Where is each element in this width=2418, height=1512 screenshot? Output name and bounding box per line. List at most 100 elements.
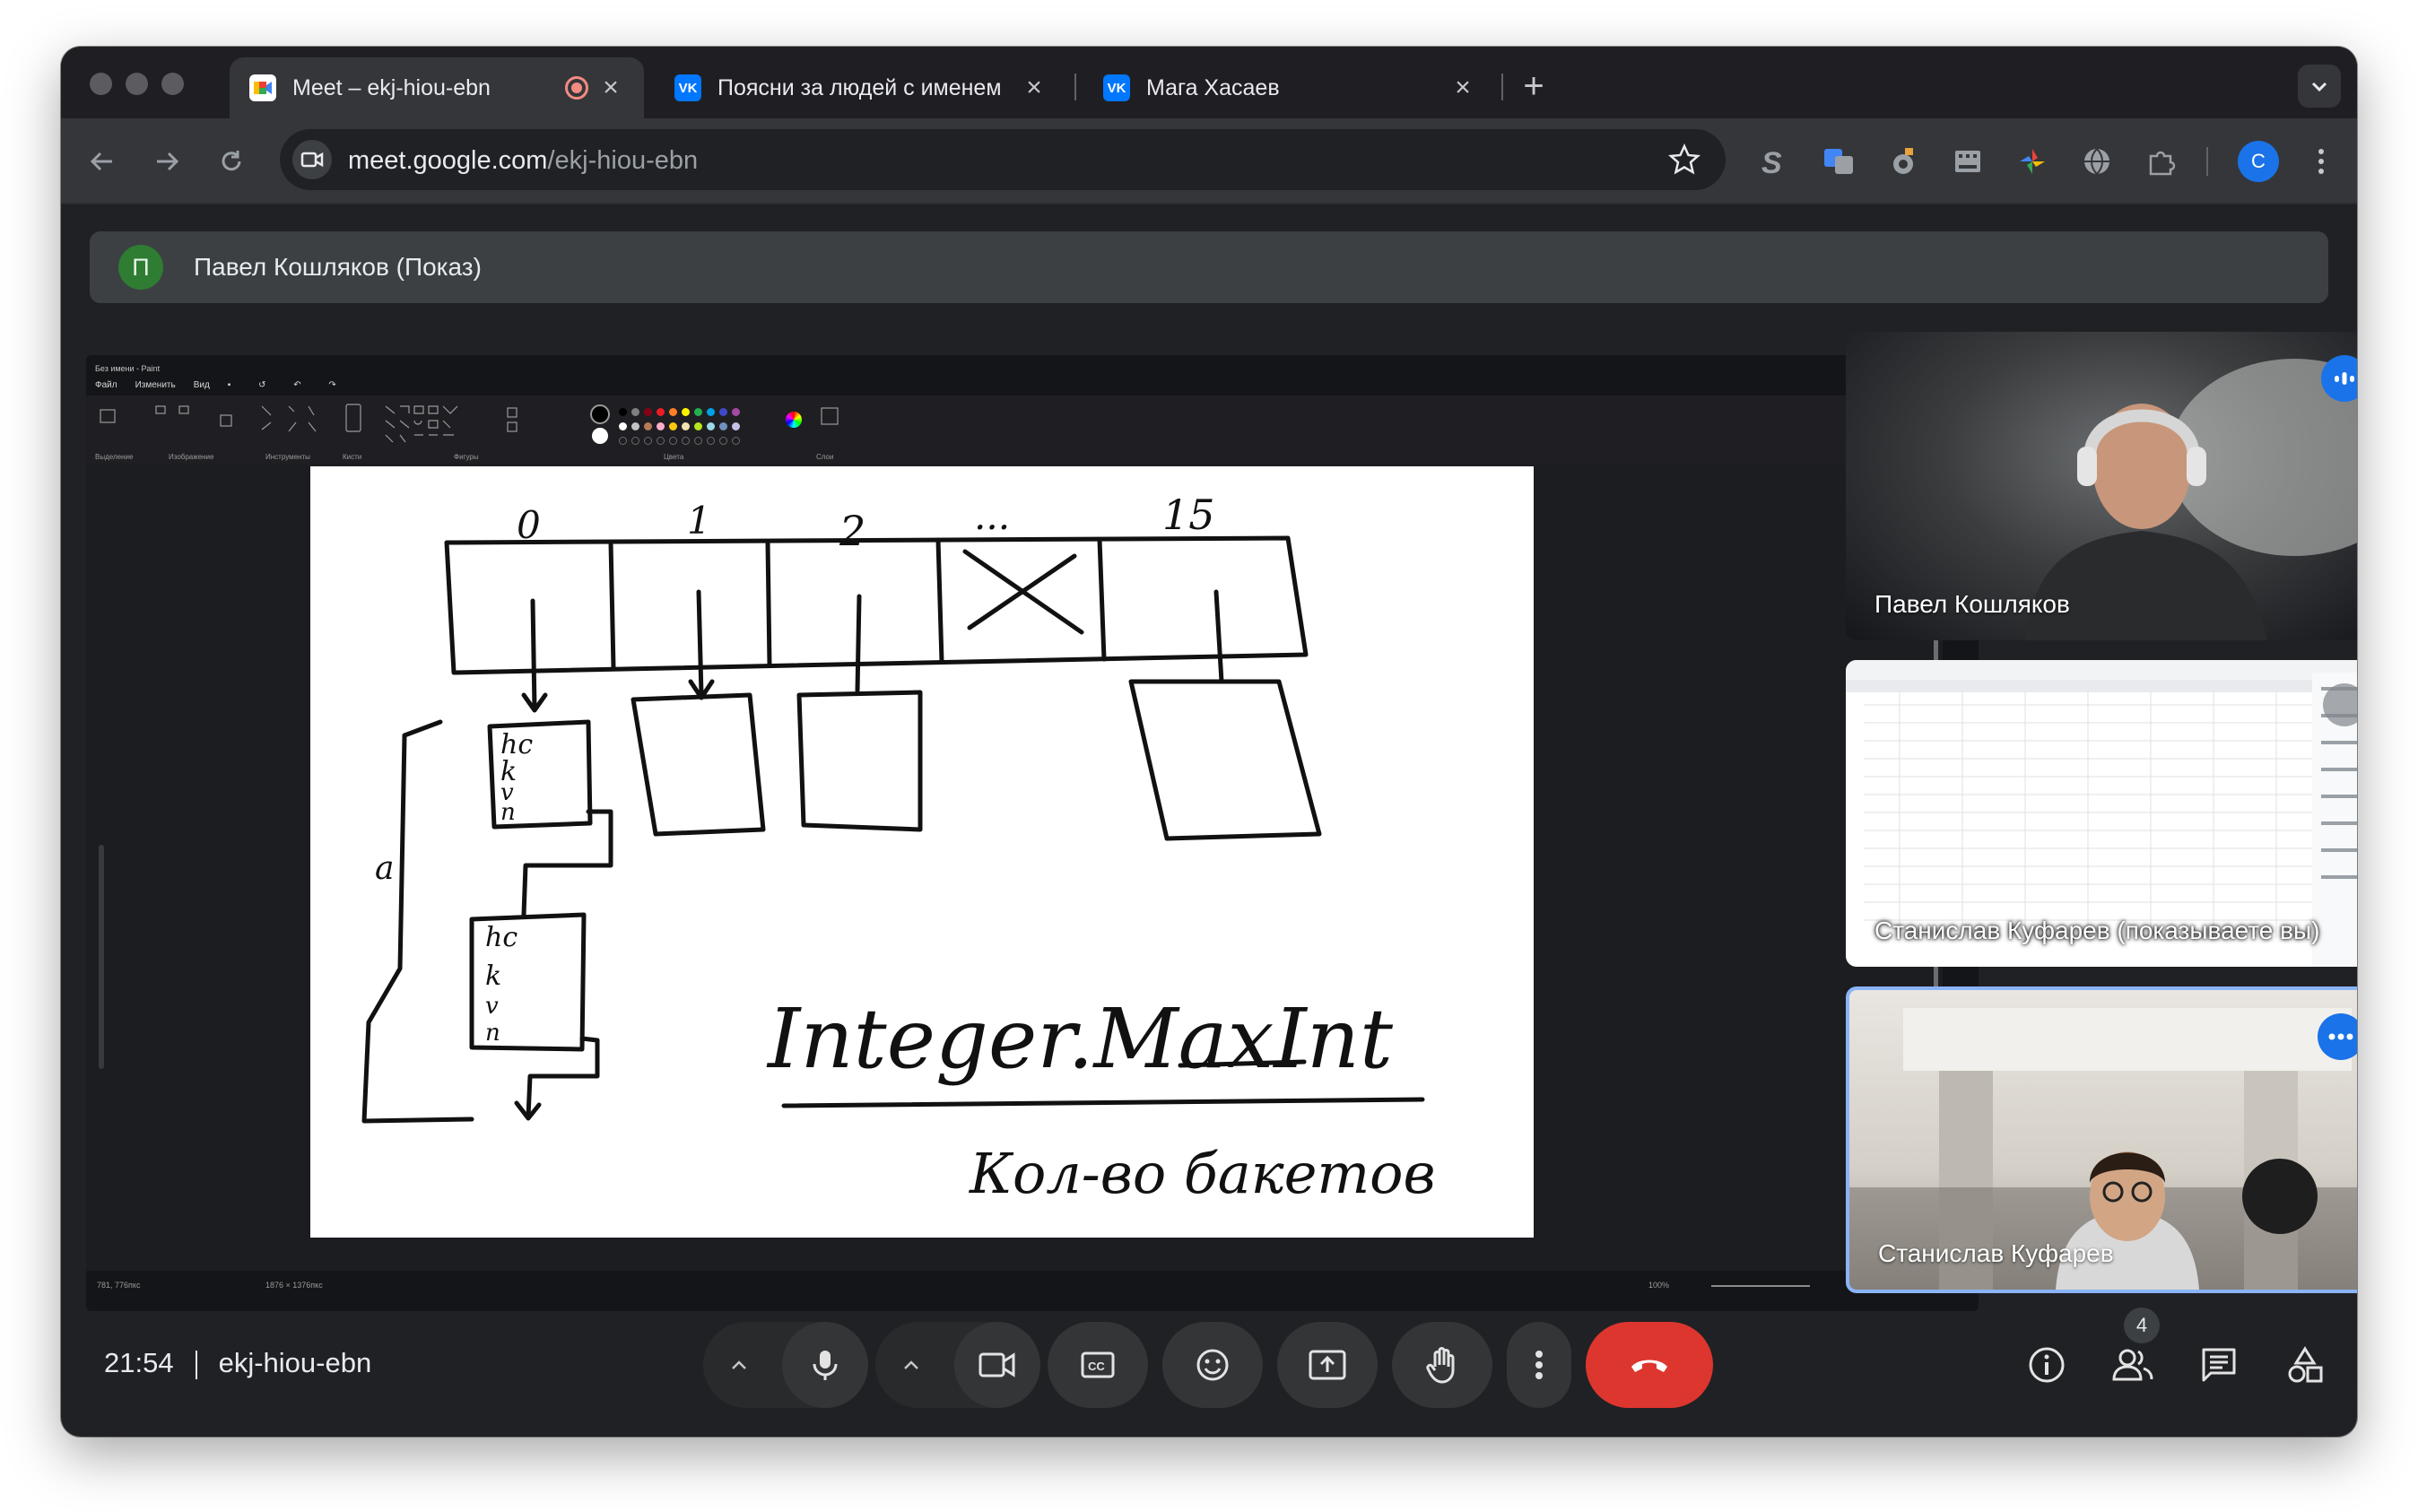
audio-options-button[interactable]	[703, 1322, 775, 1408]
tab-search-button[interactable]	[2298, 65, 2341, 108]
minimize-window-button[interactable]	[126, 73, 148, 95]
label-a: a	[375, 850, 394, 887]
clock-time: 21:54	[104, 1347, 174, 1378]
profile-avatar[interactable]: C	[2238, 141, 2279, 182]
paint-canvas: 0 1 2 ... 15 hc k v n hc k v n a Integer…	[310, 466, 1534, 1238]
tab-title: Мага Хасаев	[1146, 74, 1280, 100]
tab-vk-2[interactable]: VK Мага Хасаев ×	[1083, 57, 1496, 118]
chat-button[interactable]	[2194, 1340, 2244, 1390]
tab-vk-1[interactable]: VK Поясни за людей с именем ×	[655, 57, 1067, 118]
pointer-arrow	[521, 598, 548, 713]
forward-button[interactable]	[147, 142, 187, 181]
palette-swatch	[707, 422, 715, 430]
presenter-label: Павел Кошляков (Показ)	[194, 253, 482, 281]
back-button[interactable]	[83, 142, 122, 181]
integer-maxint-text: Integer.MaxInt	[766, 991, 1394, 1087]
palette-swatch	[644, 408, 652, 416]
tab-meet[interactable]: Meet – ekj-hiou-ebn ×	[230, 57, 644, 118]
captions-button[interactable]: CC	[1048, 1322, 1148, 1408]
color-extension-icon[interactable]	[2013, 142, 2052, 181]
s-extension-icon[interactable]: S	[1754, 142, 1794, 181]
film-extension-icon[interactable]	[1948, 142, 1987, 181]
more-options-button[interactable]	[1507, 1322, 1571, 1408]
activities-button[interactable]	[2280, 1340, 2330, 1390]
close-tab-icon[interactable]: ×	[597, 73, 624, 102]
people-button[interactable]	[2108, 1340, 2158, 1390]
zoom-level: 100%	[1648, 1281, 1670, 1290]
pointer-arrow	[855, 594, 862, 693]
svg-text:CC: CC	[1088, 1360, 1105, 1373]
present-screen-button[interactable]	[1277, 1322, 1378, 1408]
palette-swatch	[694, 408, 702, 416]
node-field: v	[485, 993, 499, 1020]
paint-quick-icons: ▪ ↺ ↶ ↷	[227, 380, 349, 390]
reactions-button[interactable]	[1162, 1322, 1263, 1408]
puzzle-extensions-icon[interactable]	[2142, 142, 2181, 181]
participant-tile-screen[interactable]: Станислав Куфарев (показываете вы)	[1846, 660, 2357, 967]
paint-menu-bar: Файл Изменить Вид ▪ ↺ ↶ ↷	[86, 375, 1979, 395]
ribbon-label: Кисти	[343, 453, 362, 461]
video-options-button[interactable]	[875, 1322, 947, 1408]
address-bar[interactable]: meet.google.com/ekj-hiou-ebn	[280, 129, 1726, 190]
pointer-arrow	[688, 589, 715, 700]
camera-extension-icon[interactable]	[1883, 142, 1923, 181]
meeting-details-button[interactable]	[2022, 1340, 2072, 1390]
tab-title: Meet – ekj-hiou-ebn	[292, 74, 491, 100]
palette-swatch	[631, 422, 639, 430]
raise-hand-button[interactable]	[1392, 1322, 1492, 1408]
more-options-icon[interactable]	[2318, 1013, 2357, 1060]
more-vert-icon	[1535, 1351, 1543, 1379]
palette-empty-swatch	[719, 437, 727, 445]
color-picker-icon	[786, 412, 802, 428]
ribbon-label: Инструменты	[265, 453, 310, 461]
activities-shapes-icon	[2288, 1346, 2323, 1383]
palette-swatch	[657, 408, 665, 416]
chevron-up-icon	[732, 1360, 746, 1369]
zoom-track	[1711, 1285, 1810, 1287]
presenter-avatar: П	[118, 245, 163, 290]
close-tab-icon[interactable]: ×	[1449, 73, 1476, 102]
participant-count-badge: 4	[2124, 1308, 2160, 1343]
node-field: n	[500, 799, 516, 826]
ribbon-label: Цвета	[664, 453, 684, 461]
url-text: meet.google.com/ekj-hiou-ebn	[348, 146, 698, 176]
google-meet-icon	[249, 74, 276, 101]
close-window-button[interactable]	[90, 73, 112, 95]
chevron-up-icon	[904, 1360, 918, 1369]
palette-swatch	[669, 408, 677, 416]
arrow-right-icon	[157, 152, 179, 171]
bucket-index: ...	[974, 494, 1010, 538]
reload-button[interactable]	[212, 142, 251, 181]
browser-menu-icon[interactable]	[2310, 142, 2332, 181]
palette-empty-swatch	[619, 437, 627, 445]
leave-call-button[interactable]	[1586, 1322, 1713, 1408]
palette-swatch	[669, 422, 677, 430]
translate-extension-icon[interactable]	[1819, 142, 1858, 181]
globe-extension-icon[interactable]	[2077, 142, 2117, 181]
palette-swatch	[682, 408, 690, 416]
palette-swatch	[619, 422, 627, 430]
site-info-icon[interactable]	[292, 140, 332, 179]
microphone-button[interactable]	[782, 1322, 868, 1408]
browser-window: Meet – ekj-hiou-ebn × VK Поясни за людей…	[61, 47, 2357, 1437]
shared-screen[interactable]: Без имени - Paint – ▫ × Файл Изменить Ви…	[86, 355, 1979, 1311]
paint-zoom-slider	[99, 845, 104, 1069]
new-tab-button[interactable]: +	[1514, 66, 1553, 106]
participant-tile-self[interactable]: Станислав Куфарев	[1846, 986, 2357, 1293]
cross-mark	[962, 549, 1084, 635]
chevron-down-icon	[2311, 82, 2327, 92]
close-tab-icon[interactable]: ×	[1021, 73, 1048, 102]
left-bracket	[361, 719, 474, 1124]
bucket-box-3	[1128, 679, 1322, 841]
bucket-index: 0	[517, 503, 541, 547]
camera-button[interactable]	[954, 1322, 1040, 1408]
microphone-icon	[813, 1351, 838, 1380]
ribbon-label: Изображение	[169, 453, 214, 461]
emoji-icon	[1196, 1349, 1229, 1381]
bookmark-star-icon[interactable]	[1668, 143, 1700, 176]
whiteboard-drawing: 0 1 2 ... 15 hc k v n hc k v n a Integer…	[361, 491, 1436, 1206]
maximize-window-button[interactable]	[161, 73, 184, 95]
toolbar-divider	[2206, 147, 2208, 176]
palette-swatch	[732, 408, 740, 416]
participant-tile[interactable]: Павел Кошляков	[1846, 332, 2357, 640]
